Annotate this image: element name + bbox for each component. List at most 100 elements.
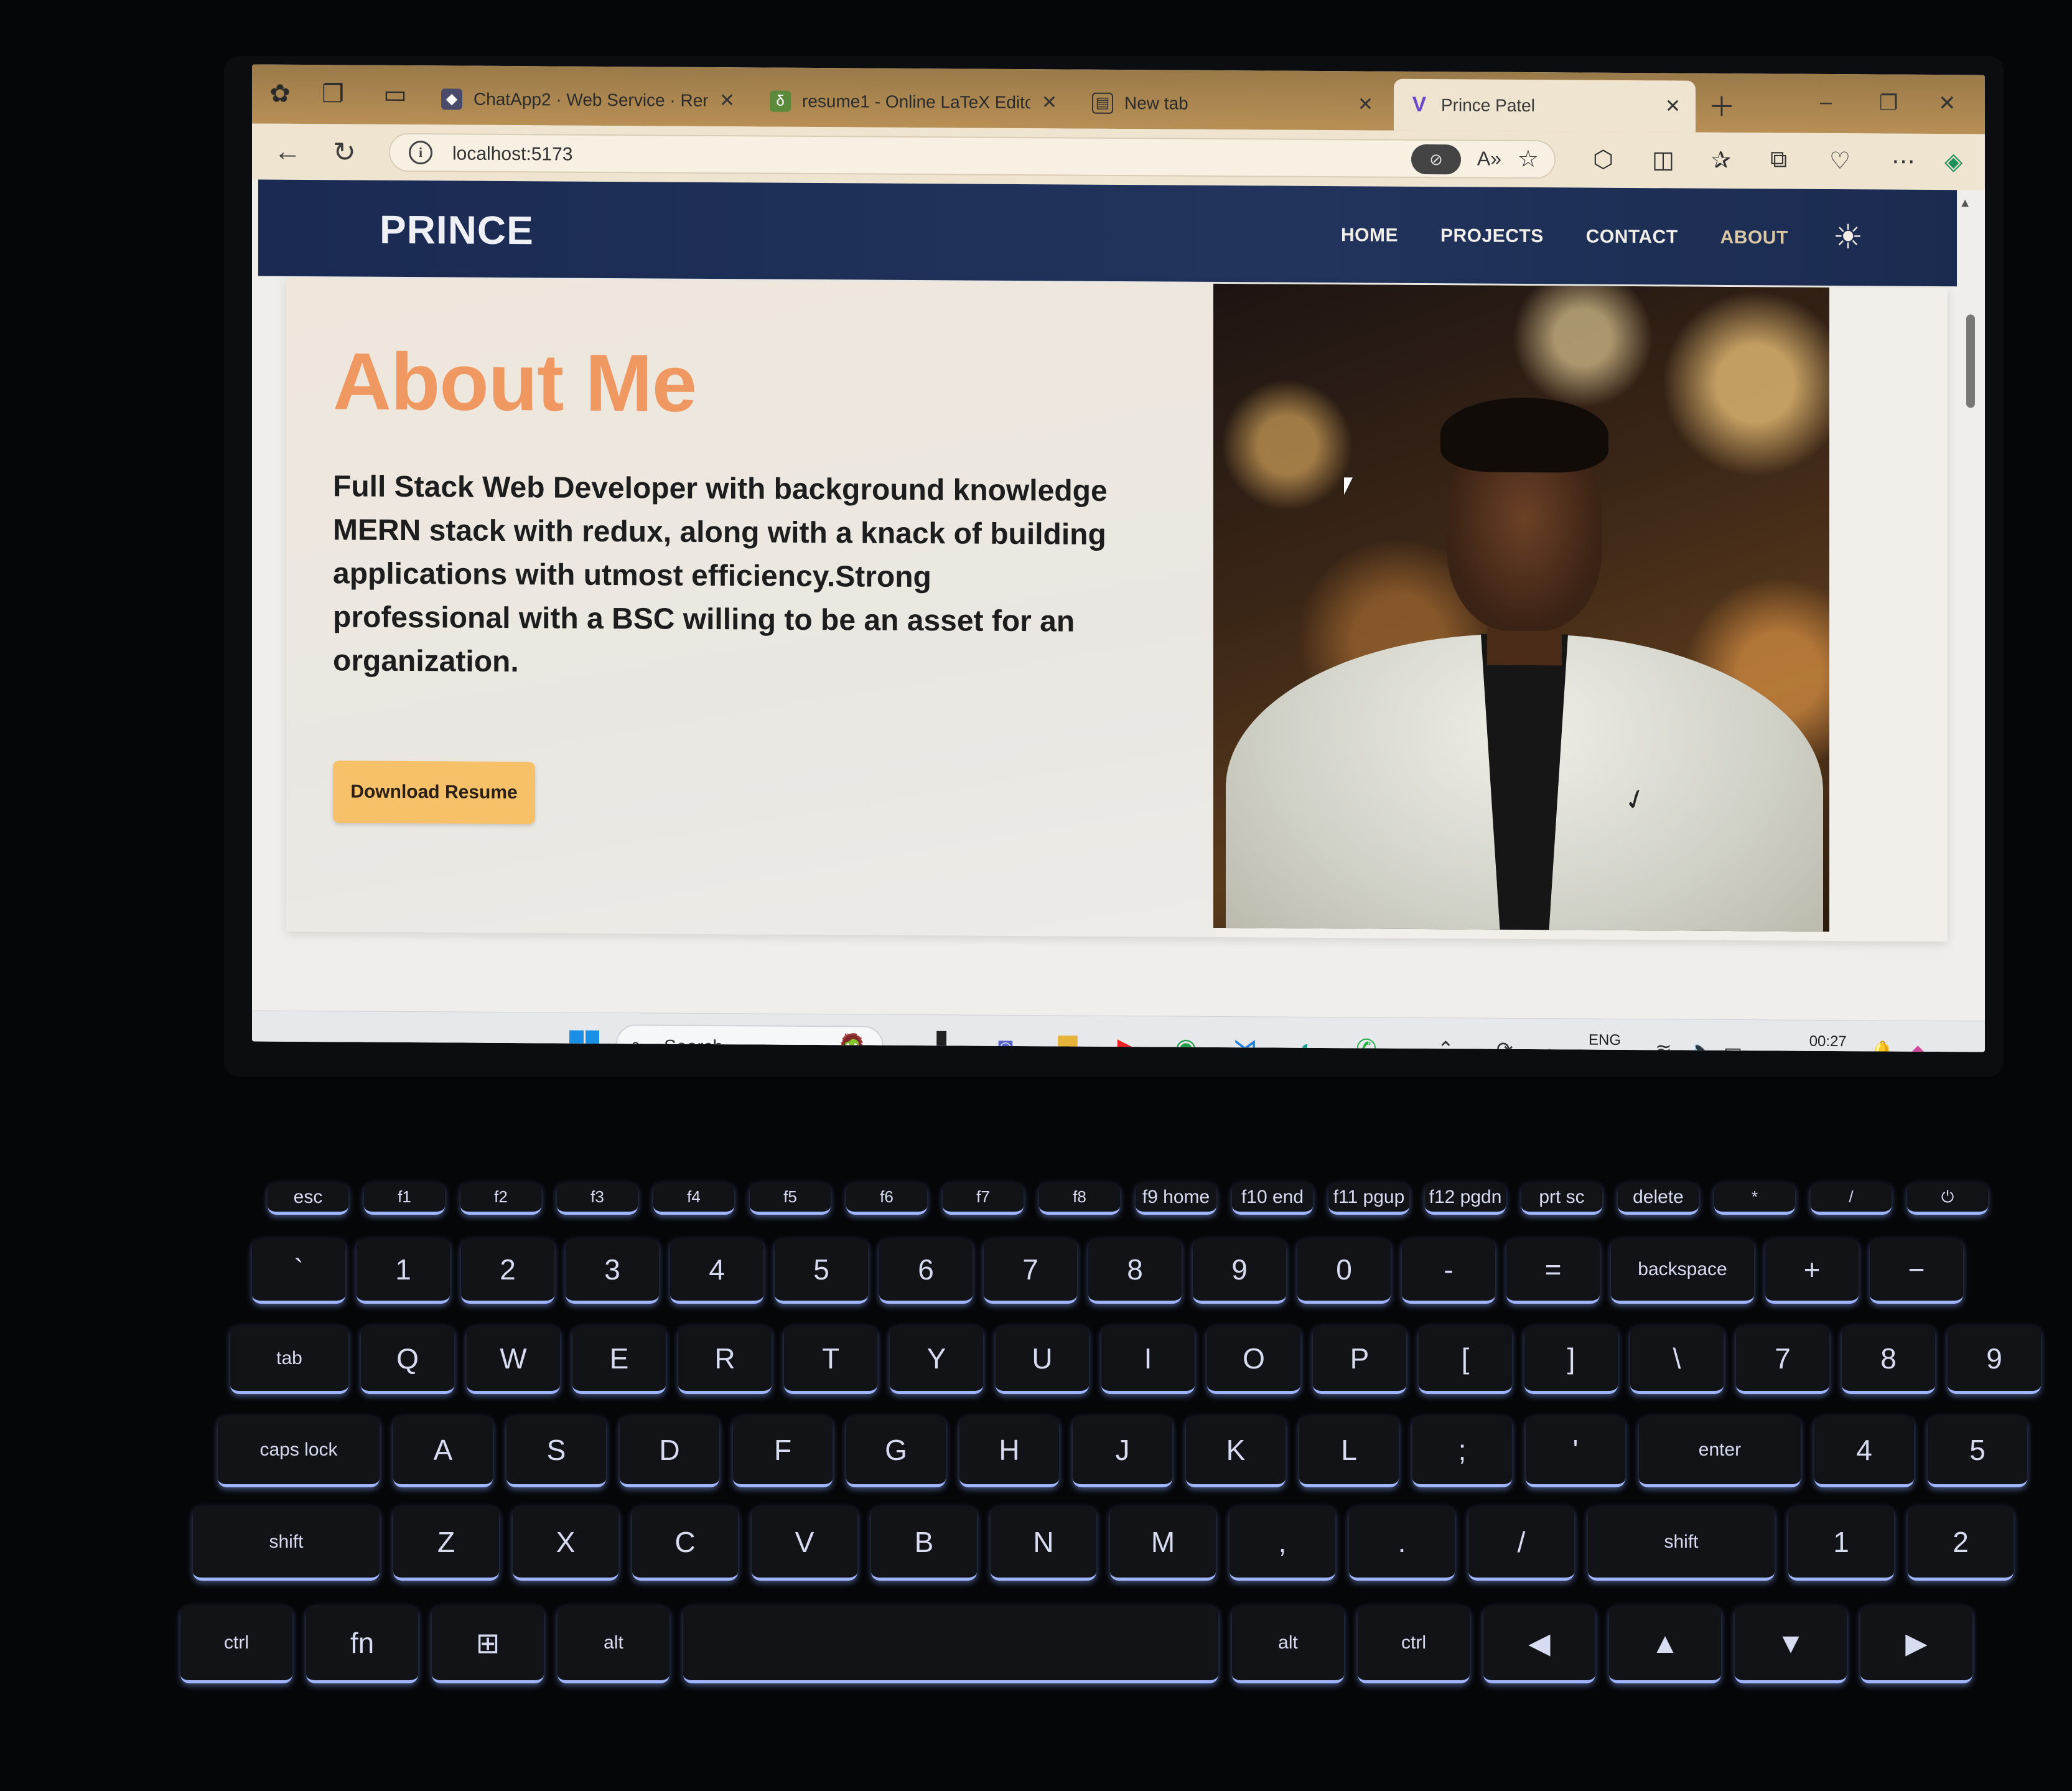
- key--[interactable]: ;: [1412, 1416, 1512, 1487]
- battery-icon[interactable]: ▭: [1724, 1039, 1742, 1052]
- refresh-icon[interactable]: ↻: [333, 136, 356, 168]
- nav-projects-link[interactable]: PROJECTS: [1440, 225, 1544, 247]
- nav-home-link[interactable]: HOME: [1341, 225, 1398, 246]
- tab-resume[interactable]: δ resume1 - Online LaTeX Editor O ✕: [755, 75, 1072, 128]
- key-f11-pgup[interactable]: f11 pgup: [1328, 1182, 1409, 1215]
- download-resume-button[interactable]: Download Resume: [333, 760, 535, 825]
- key-alt[interactable]: alt: [1232, 1606, 1344, 1683]
- key--[interactable]: `: [252, 1238, 345, 1304]
- key-6[interactable]: 6: [879, 1238, 973, 1304]
- key-u[interactable]: U: [996, 1326, 1089, 1394]
- key-n[interactable]: N: [991, 1506, 1096, 1581]
- key-p[interactable]: P: [1313, 1326, 1406, 1394]
- key-y[interactable]: Y: [890, 1326, 983, 1394]
- key--[interactable]: ,: [1230, 1506, 1335, 1581]
- key-z[interactable]: Z: [393, 1506, 499, 1581]
- key-9[interactable]: 9: [1948, 1326, 2041, 1394]
- theme-toggle-sun-icon[interactable]: ☀: [1829, 218, 1867, 256]
- key-d[interactable]: D: [620, 1416, 719, 1487]
- key-8[interactable]: 8: [1842, 1326, 1935, 1394]
- wifi-icon[interactable]: ≋: [1655, 1038, 1672, 1052]
- key-tab[interactable]: tab: [230, 1326, 348, 1394]
- key-enter[interactable]: enter: [1639, 1416, 1801, 1487]
- collections-icon[interactable]: ⧉: [1770, 146, 1787, 173]
- browser-essentials-icon[interactable]: ♡: [1829, 147, 1850, 175]
- key-7[interactable]: 7: [1736, 1326, 1829, 1394]
- key--[interactable]: [: [1419, 1326, 1512, 1394]
- key--[interactable]: =: [1506, 1238, 1600, 1304]
- key-f12-pgdn[interactable]: f12 pgdn: [1425, 1182, 1506, 1215]
- key-f2[interactable]: f2: [460, 1182, 541, 1215]
- nav-contact-link[interactable]: CONTACT: [1586, 227, 1678, 248]
- key--[interactable]: +: [1765, 1238, 1859, 1304]
- key-1[interactable]: 1: [357, 1238, 450, 1304]
- key-9[interactable]: 9: [1193, 1238, 1286, 1304]
- copilot-icon[interactable]: ◈: [1944, 147, 1962, 175]
- key-m[interactable]: M: [1110, 1506, 1216, 1581]
- key-x[interactable]: X: [513, 1506, 618, 1581]
- more-menu-icon[interactable]: ⋯: [1892, 147, 1915, 175]
- key-space[interactable]: [683, 1606, 1218, 1683]
- key--[interactable]: ▼: [1735, 1606, 1847, 1683]
- key-s[interactable]: S: [506, 1416, 606, 1487]
- key--[interactable]: ⏻: [1907, 1182, 1988, 1215]
- split-screen-icon[interactable]: ◫: [1652, 146, 1674, 174]
- key-v[interactable]: V: [752, 1506, 857, 1581]
- tab-prince-patel[interactable]: V Prince Patel ✕: [1394, 78, 1696, 133]
- favorites-icon[interactable]: ✰: [1711, 146, 1731, 174]
- workspaces-icon[interactable]: ❐: [317, 78, 348, 110]
- key-shift[interactable]: shift: [193, 1506, 380, 1581]
- key-w[interactable]: W: [467, 1326, 560, 1394]
- scroll-up-icon[interactable]: ▲: [1959, 196, 1971, 210]
- close-icon[interactable]: ✕: [1358, 93, 1373, 115]
- key-ctrl[interactable]: ctrl: [1358, 1606, 1470, 1683]
- key-1[interactable]: 1: [1788, 1506, 1894, 1581]
- key-f9-home[interactable]: f9 home: [1136, 1182, 1216, 1215]
- key-q[interactable]: Q: [361, 1326, 454, 1394]
- favorite-star-icon[interactable]: ☆: [1518, 145, 1539, 173]
- window-close-icon[interactable]: ✕: [1938, 91, 1956, 116]
- key-a[interactable]: A: [393, 1416, 493, 1487]
- key-shift[interactable]: shift: [1588, 1506, 1775, 1581]
- scrollbar-thumb[interactable]: [1966, 314, 1975, 408]
- key--[interactable]: ]: [1524, 1326, 1618, 1394]
- key--[interactable]: *: [1714, 1182, 1795, 1215]
- minimize-icon[interactable]: –: [1820, 90, 1832, 115]
- close-icon[interactable]: ✕: [1042, 91, 1057, 113]
- key-f1[interactable]: f1: [364, 1182, 445, 1215]
- profile-icon[interactable]: ✿: [264, 78, 296, 110]
- key--[interactable]: .: [1349, 1506, 1455, 1581]
- key-fn[interactable]: fn: [306, 1606, 418, 1683]
- key--[interactable]: ': [1526, 1416, 1625, 1487]
- back-icon[interactable]: ←: [274, 136, 301, 167]
- key-caps-lock[interactable]: caps lock: [218, 1416, 380, 1487]
- key-alt[interactable]: alt: [558, 1606, 670, 1683]
- key-ctrl[interactable]: ctrl: [180, 1606, 292, 1683]
- read-aloud-icon[interactable]: A»: [1477, 147, 1501, 171]
- nav-about-link[interactable]: ABOUT: [1720, 227, 1788, 249]
- key--[interactable]: -: [1402, 1238, 1495, 1304]
- address-bar[interactable]: i localhost:5173 ⊘ A» ☆: [389, 133, 1556, 179]
- key-g[interactable]: G: [846, 1416, 946, 1487]
- key-f3[interactable]: f3: [557, 1182, 638, 1215]
- close-icon[interactable]: ✕: [719, 90, 735, 111]
- key-h[interactable]: H: [959, 1416, 1059, 1487]
- site-brand[interactable]: PRINCE: [380, 207, 534, 254]
- url-text[interactable]: localhost:5173: [452, 143, 572, 165]
- extensions-icon[interactable]: ⬡: [1593, 146, 1613, 174]
- restore-icon[interactable]: ❐: [1879, 90, 1898, 115]
- volume-icon[interactable]: 🔈: [1689, 1039, 1714, 1052]
- key-2[interactable]: 2: [1908, 1506, 2014, 1581]
- key--[interactable]: ⊞: [432, 1606, 544, 1683]
- key-f6[interactable]: f6: [846, 1182, 927, 1215]
- key-e[interactable]: E: [572, 1326, 666, 1394]
- key-j[interactable]: J: [1073, 1416, 1172, 1487]
- key-esc[interactable]: esc: [268, 1182, 348, 1215]
- key--[interactable]: ▶: [1860, 1606, 1972, 1683]
- key-8[interactable]: 8: [1088, 1238, 1182, 1304]
- notification-bell-icon[interactable]: 🔔: [1870, 1039, 1895, 1052]
- key-delete[interactable]: delete: [1618, 1182, 1699, 1215]
- key--[interactable]: ▲: [1609, 1606, 1721, 1683]
- key-5[interactable]: 5: [775, 1238, 868, 1304]
- key-2[interactable]: 2: [461, 1238, 554, 1304]
